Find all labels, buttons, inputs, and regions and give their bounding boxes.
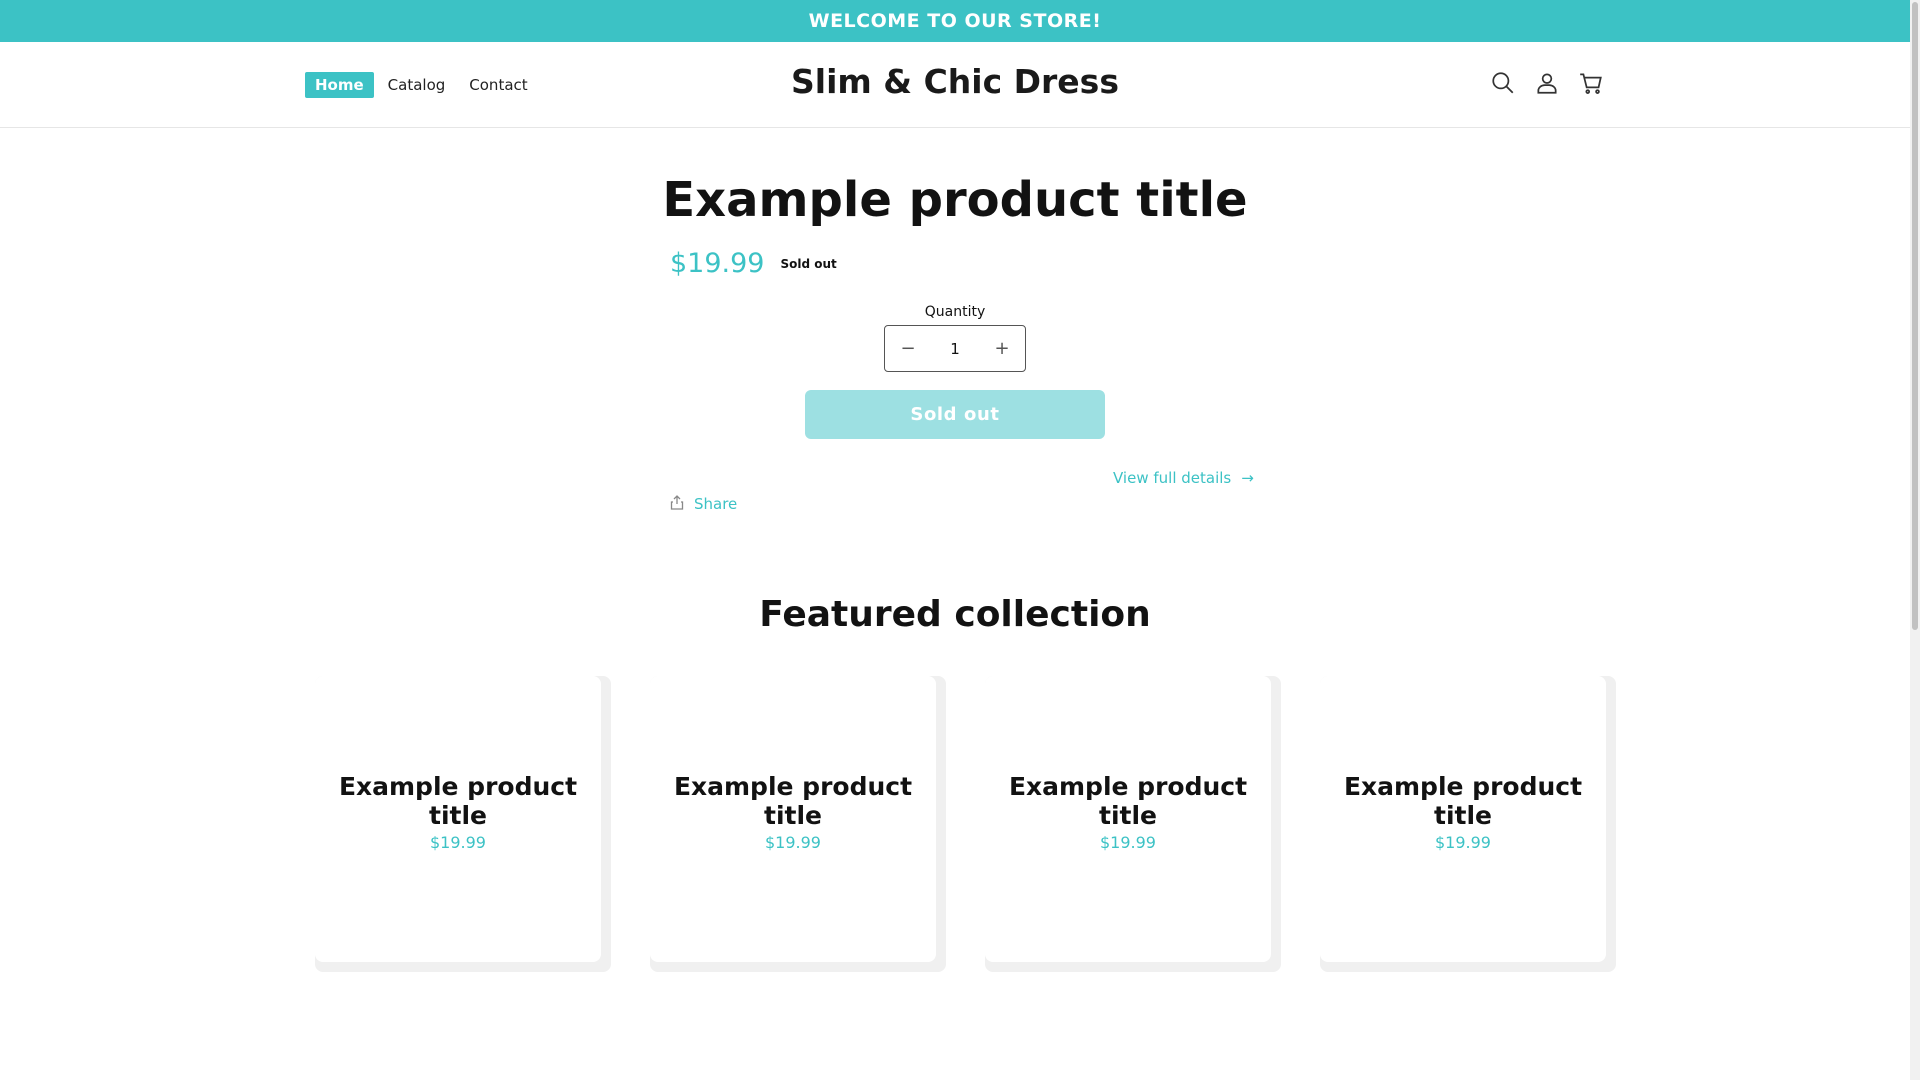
search-icon[interactable] (1490, 70, 1516, 96)
sold-out-button[interactable]: Sold out (805, 390, 1105, 439)
quantity-label: Quantity (924, 304, 986, 320)
product-title: Example product title (662, 172, 1248, 228)
scrollbar-thumb[interactable] (1912, 2, 1918, 630)
sold-out-badge: Sold out (780, 256, 837, 271)
card-title[interactable]: Example product title (650, 772, 936, 830)
increase-quantity-button[interactable]: + (979, 338, 1025, 359)
share-icon (670, 494, 684, 514)
card-price: $19.99 (430, 833, 486, 852)
card-title[interactable]: Example product title (1320, 772, 1606, 830)
card-title[interactable]: Example product title (315, 772, 601, 830)
header-icons (1490, 70, 1604, 96)
announcement-text: WELCOME TO OUR STORE! (808, 10, 1102, 32)
site-header: Home Catalog Contact Slim & Chic Dress (0, 42, 1910, 128)
view-full-details-link[interactable]: View full details → (1113, 469, 1254, 487)
account-icon[interactable] (1534, 70, 1560, 96)
card-price: $19.99 (1100, 833, 1156, 852)
product-card[interactable]: Example product title $19.99 (650, 676, 946, 972)
featured-collection-title: Featured collection (759, 594, 1151, 635)
announcement-bar: WELCOME TO OUR STORE! (0, 0, 1910, 42)
scrollbar[interactable] (1910, 0, 1920, 1080)
cart-icon[interactable] (1578, 70, 1604, 96)
product-card[interactable]: Example product title $19.99 (315, 676, 611, 972)
share-label: Share (694, 495, 738, 513)
card-title[interactable]: Example product title (985, 772, 1271, 830)
product-card[interactable]: Example product title $19.99 (985, 676, 1281, 972)
product-card-body: Example product title $19.99 (1320, 676, 1606, 962)
quantity-input[interactable] (932, 339, 978, 358)
quantity-stepper: − + (884, 325, 1026, 372)
product-card-body: Example product title $19.99 (985, 676, 1271, 962)
arrow-right-icon: → (1241, 469, 1254, 487)
view-full-details-label: View full details (1113, 469, 1232, 487)
share-button[interactable]: Share (670, 494, 737, 514)
card-price: $19.99 (1435, 833, 1491, 852)
product-card-body: Example product title $19.99 (315, 676, 601, 962)
product-card[interactable]: Example product title $19.99 (1320, 676, 1616, 972)
product-price: $19.99 (670, 248, 765, 279)
product-card-body: Example product title $19.99 (650, 676, 936, 962)
decrease-quantity-button[interactable]: − (885, 338, 931, 359)
store-logo[interactable]: Slim & Chic Dress (0, 62, 1910, 101)
price-row: $19.99 Sold out (670, 248, 837, 279)
card-price: $19.99 (765, 833, 821, 852)
